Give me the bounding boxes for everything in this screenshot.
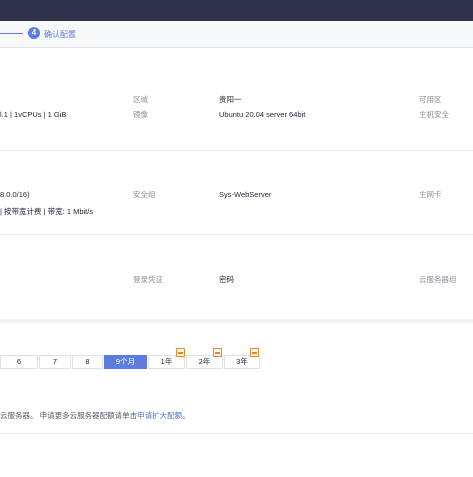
login-credential-label: 登录凭证 (133, 275, 163, 284)
period-option-9-months[interactable]: 9个月 (104, 355, 147, 369)
steps-bar: 4 确认配置 (0, 21, 473, 48)
az-label: 可用区 (419, 95, 442, 104)
image-label: 镜像 (133, 110, 148, 119)
host-security-label: 主机安全 (419, 110, 449, 119)
region-value: 贵阳一 (219, 95, 242, 104)
security-group-label: 安全组 (133, 190, 156, 199)
row-divider (0, 150, 473, 151)
bandwidth-value: | 按带宽计费 | 带宽: 1 Mbit/s (0, 207, 94, 216)
period-option-3-years[interactable]: 3年 (224, 355, 260, 369)
flavor-value: l.1 | 1vCPUs | 1 GiB (0, 110, 67, 119)
top-navbar (0, 0, 473, 21)
primary-nic-label: 主网卡 (419, 190, 442, 199)
period-option-1-year[interactable]: 1年 (148, 355, 185, 369)
config-summary-panel (0, 48, 473, 319)
discount-badge-icon (176, 348, 185, 357)
row-divider (0, 234, 473, 235)
login-credential-value: 密码 (219, 275, 234, 284)
quota-notice: 云服务器。 申请更多云服务器配额请单击申请扩大配额。 (0, 411, 190, 421)
period-option-7[interactable]: 7 (39, 355, 71, 369)
region-label: 区域 (133, 95, 148, 104)
period-option-6[interactable]: 6 (0, 355, 38, 369)
discount-badge-icon (250, 348, 259, 357)
period-option-8[interactable]: 8 (72, 355, 103, 369)
purchase-panel (0, 323, 473, 477)
step-progress-line (0, 33, 23, 34)
server-group-label: 云服务器组 (419, 275, 457, 284)
discount-badge-icon (213, 348, 222, 357)
request-quota-link[interactable]: 申请扩大配额 (137, 411, 182, 420)
security-group-value: Sys-WebServer (219, 190, 272, 199)
quota-notice-text: 云服务器。 申请更多云服务器配额请单击 (0, 411, 138, 420)
quota-notice-end: 。 (182, 411, 190, 420)
step-label-confirm: 确认配置 (44, 30, 76, 39)
vpc-cidr-value: 8.0.0/16) (0, 190, 30, 199)
period-option-2-years[interactable]: 2年 (186, 355, 223, 369)
step-number-badge: 4 (28, 27, 40, 39)
image-value: Ubuntu 20.04 server 64bit (219, 110, 306, 119)
section-divider (0, 433, 473, 434)
